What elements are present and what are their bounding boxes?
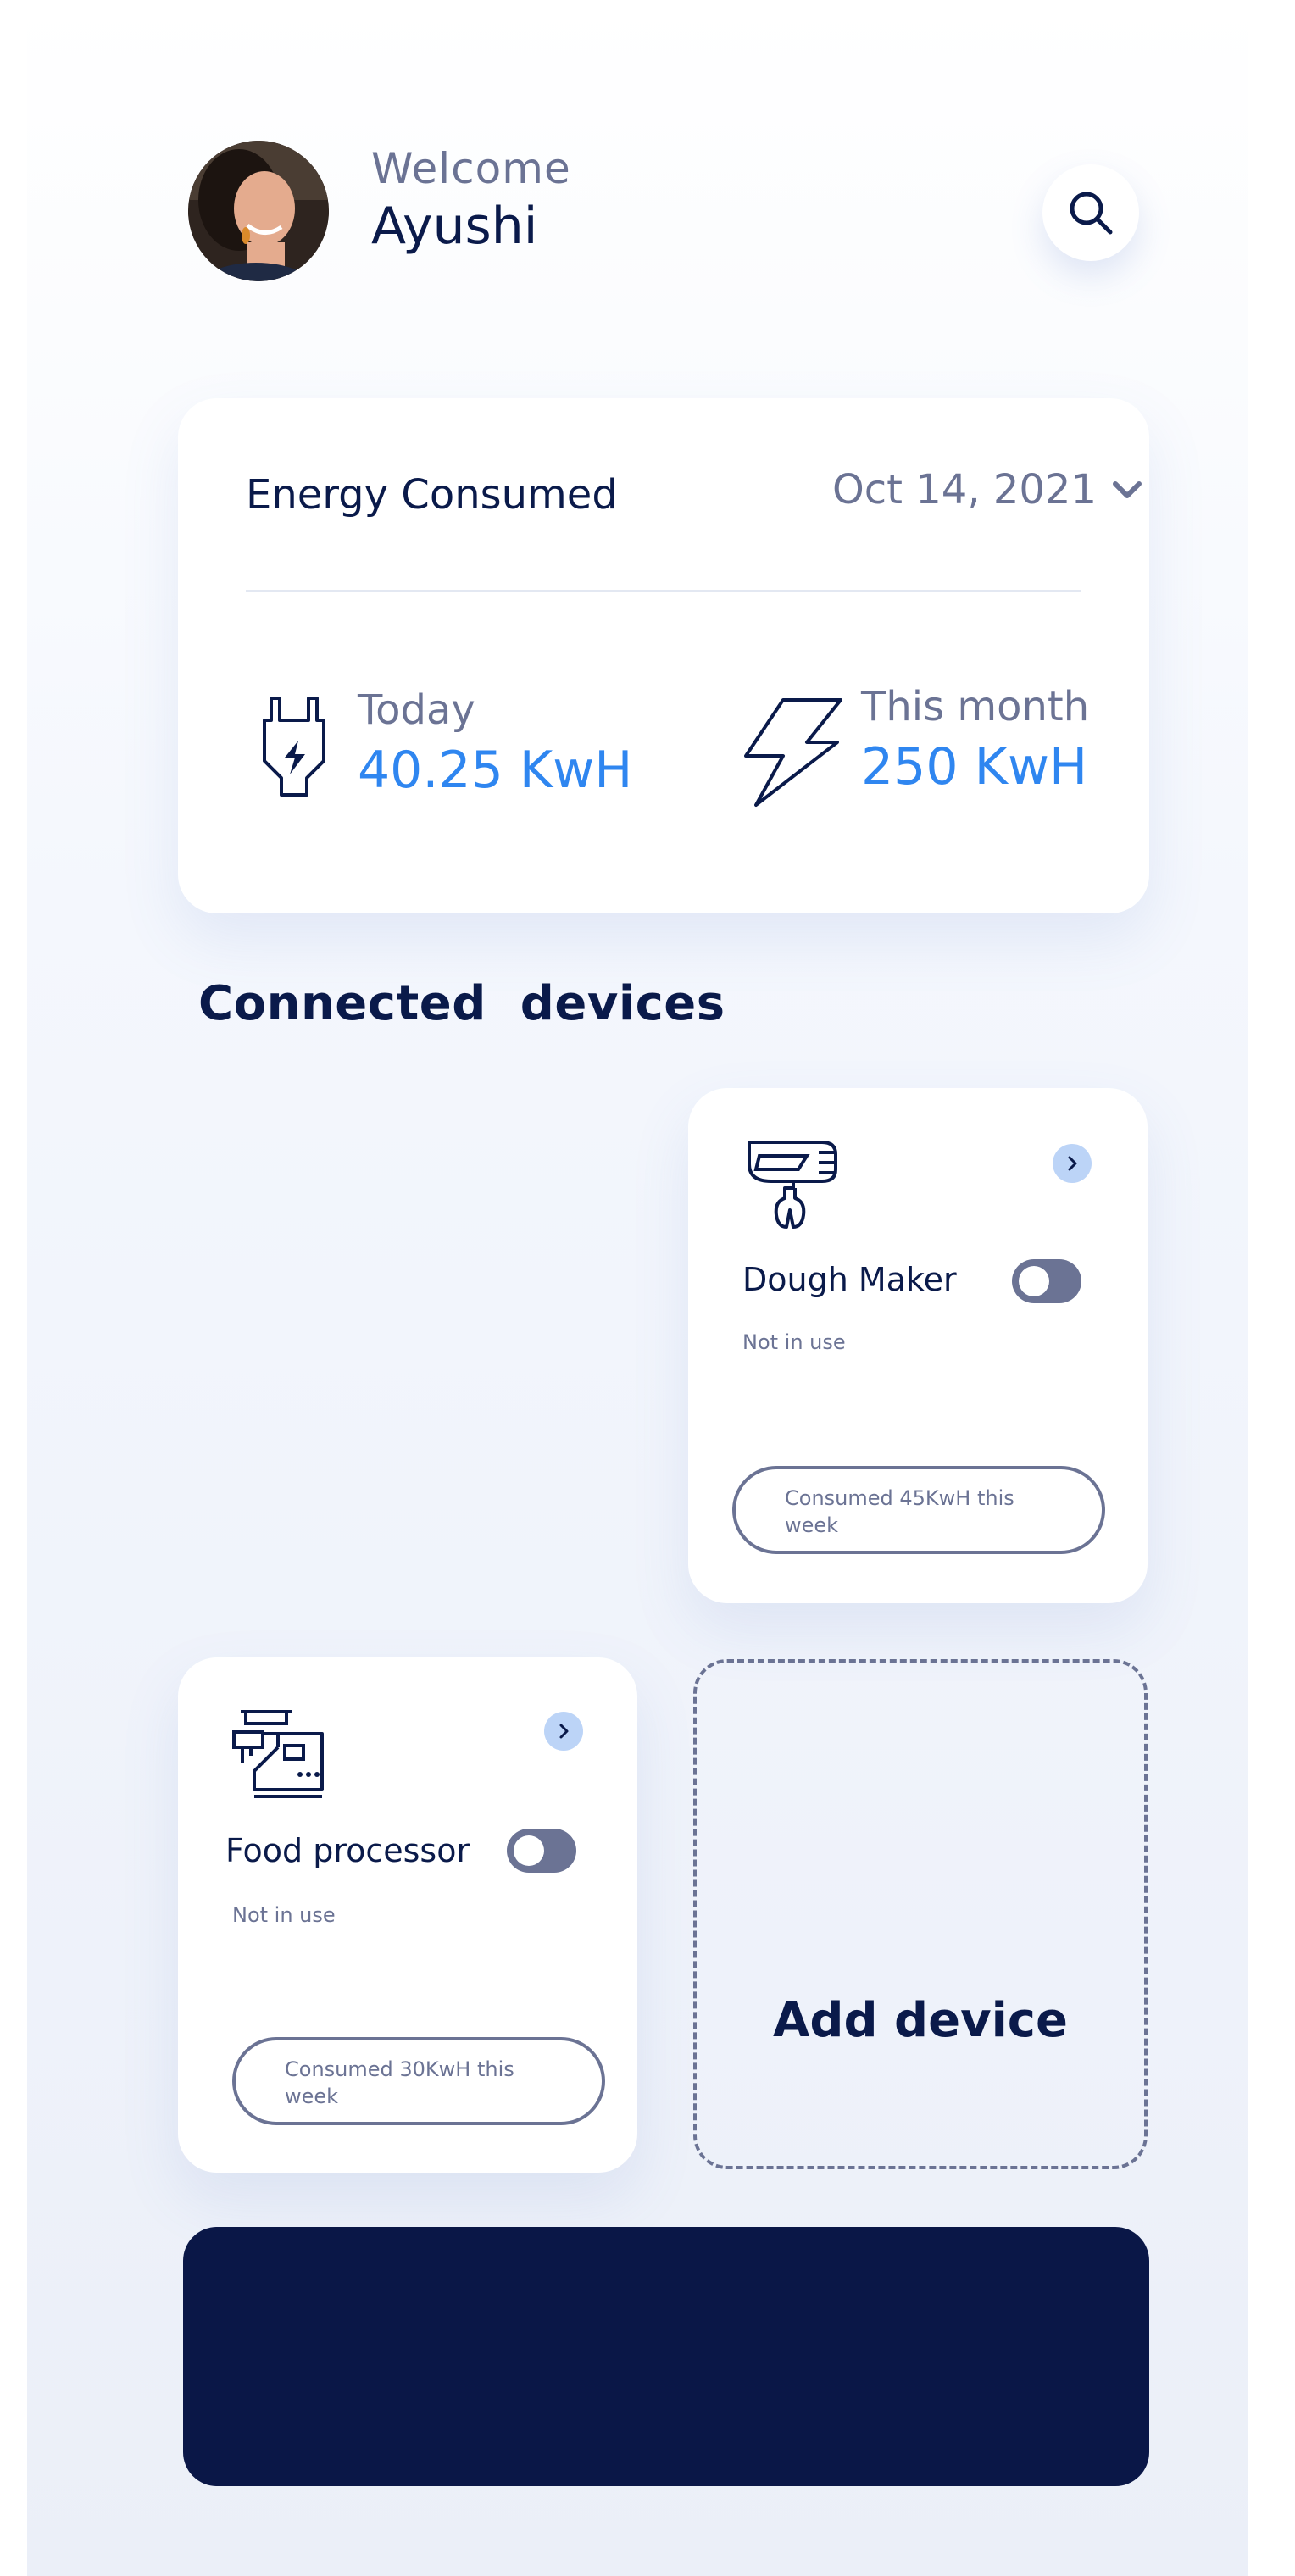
device-name: Food processor [225, 1832, 470, 1869]
today-label: Today [358, 686, 475, 734]
hand-mixer-icon [748, 1141, 837, 1229]
app-screen: Welcome Ayushi Energy Consumed Oct 14, 2… [27, 0, 1248, 2576]
today-value: 40.25 KwH [358, 741, 633, 800]
device-card-food-processor[interactable]: Food processor Not in use Consumed 30KwH… [178, 1657, 637, 2173]
consumed-pill[interactable]: Consumed 30KwH this week [232, 2037, 605, 2125]
chevron-down-icon [1113, 481, 1142, 498]
device-status: Not in use [742, 1330, 846, 1354]
today-stat: Today 40.25 KwH [358, 686, 632, 800]
device-card-dough-maker[interactable]: Dough Maker Not in use Consumed 45KwH th… [688, 1088, 1148, 1603]
add-device-label: Add device [773, 1993, 1068, 2048]
food-processor-toggle[interactable] [507, 1829, 576, 1873]
device-status: Not in use [232, 1903, 336, 1927]
user-name: Ayushi [371, 197, 538, 256]
search-icon [1070, 192, 1113, 235]
dough-maker-toggle[interactable] [1012, 1259, 1081, 1303]
date-selector[interactable]: Oct 14, 2021 [832, 466, 1142, 514]
lightning-icon [744, 698, 842, 807]
meat-grinder-icon [232, 1710, 324, 1798]
welcome-text: Welcome [371, 144, 571, 193]
energy-title: Energy Consumed [246, 471, 618, 519]
card-divider [246, 590, 1081, 592]
section-title: Connected devices [198, 976, 725, 1031]
avatar[interactable] [188, 141, 329, 281]
month-stat: This month 250 KwH [861, 683, 1089, 797]
dough-maker-details-button[interactable] [1053, 1144, 1092, 1183]
chevron-right-icon [559, 1724, 569, 1739]
food-processor-details-button[interactable] [544, 1712, 583, 1751]
energy-card: Energy Consumed Oct 14, 2021 Today 40.25… [178, 398, 1149, 913]
plug-icon [263, 697, 325, 797]
chevron-right-icon [1068, 1156, 1077, 1171]
device-name: Dough Maker [742, 1261, 957, 1298]
search-button[interactable] [1042, 164, 1139, 261]
date-text: Oct 14, 2021 [832, 466, 1097, 514]
add-device-button[interactable]: Add device [693, 1659, 1148, 2169]
consumed-pill[interactable]: Consumed 45KwH this week [732, 1466, 1105, 1554]
user-avatar-image [188, 141, 329, 281]
month-value: 250 KwH [861, 737, 1088, 797]
toggle-knob [514, 1835, 544, 1866]
bottom-panel [183, 2227, 1149, 2486]
toggle-knob [1019, 1266, 1049, 1296]
month-label: This month [861, 683, 1090, 730]
